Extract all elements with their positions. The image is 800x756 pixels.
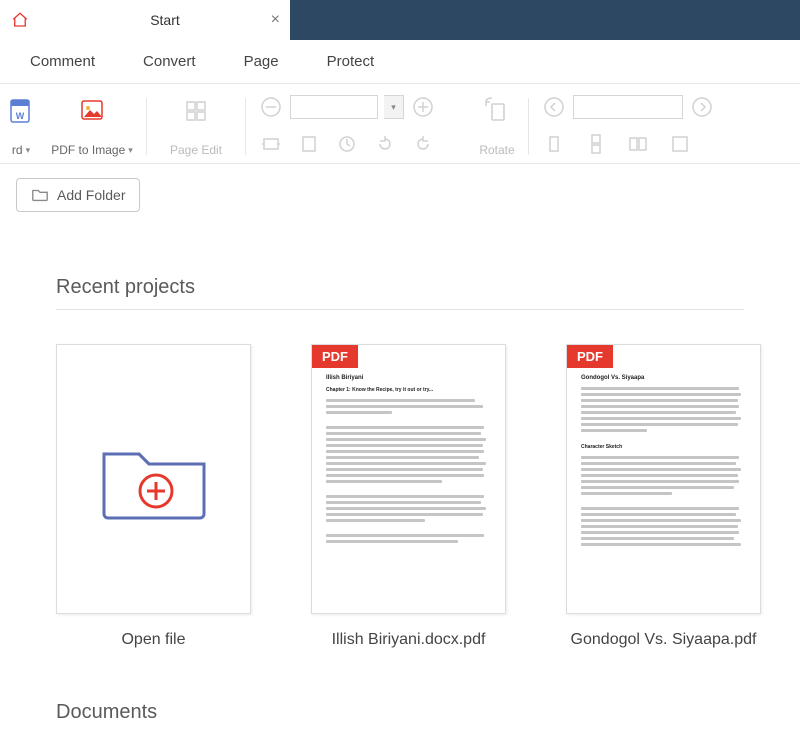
open-file-thumb bbox=[56, 344, 251, 614]
rotate-left-button[interactable] bbox=[372, 131, 398, 157]
rotate-right-button[interactable] bbox=[410, 131, 436, 157]
toolbar-pdf-word[interactable]: W rd▾ bbox=[0, 90, 42, 163]
toolbar-rotate-label: Rotate bbox=[479, 143, 514, 157]
chevron-down-icon: ▾ bbox=[26, 145, 31, 156]
recent-projects-heading: Recent projects bbox=[56, 276, 790, 299]
add-folder-label: Add Folder bbox=[57, 187, 125, 203]
open-file-card[interactable]: Open file bbox=[56, 344, 251, 651]
file-label: Illish Biriyani.docx.pdf bbox=[332, 630, 486, 651]
fit-page-button[interactable] bbox=[296, 131, 322, 157]
file-thumb: PDF Illish Biriyani Chapter 1: Know the … bbox=[311, 344, 506, 614]
toolbar-pdf-to-image[interactable]: PDF to Image▾ bbox=[42, 90, 142, 163]
view-fullscreen-button[interactable] bbox=[667, 131, 693, 157]
view-facing-button[interactable] bbox=[625, 131, 651, 157]
zoom-in-button[interactable] bbox=[410, 94, 436, 120]
svg-text:W: W bbox=[16, 111, 25, 121]
continuous-page-icon bbox=[585, 133, 607, 155]
chevron-down-icon: ▾ bbox=[391, 102, 396, 113]
toolbar: W rd▾ PDF to Image▾ Page Edit ▾ bbox=[0, 84, 800, 164]
zoom-dropdown[interactable]: ▾ bbox=[384, 95, 404, 119]
home-icon bbox=[11, 11, 29, 29]
toolbar-page-edit-label: Page Edit bbox=[170, 143, 222, 157]
open-file-label: Open file bbox=[121, 630, 185, 651]
zoom-input[interactable] bbox=[290, 95, 378, 119]
menu-convert[interactable]: Convert bbox=[143, 53, 196, 70]
actual-size-button[interactable] bbox=[334, 131, 360, 157]
rotate-left-icon bbox=[374, 133, 396, 155]
view-continuous-button[interactable] bbox=[583, 131, 609, 157]
pdf-to-image-icon bbox=[77, 96, 107, 126]
title-bar: Start × bbox=[0, 0, 800, 40]
title-bar-space bbox=[290, 0, 800, 40]
toolbar-word-label: rd bbox=[12, 143, 23, 157]
documents-heading: Documents bbox=[56, 701, 790, 724]
tab-close-button[interactable]: × bbox=[271, 11, 280, 29]
view-single-button[interactable] bbox=[541, 131, 567, 157]
menu-comment[interactable]: Comment bbox=[30, 53, 95, 70]
doc-preview: Gondogol Vs. Siyaapa Character Sketch bbox=[581, 375, 746, 599]
toolbar-pdf-to-image-label: PDF to Image bbox=[51, 143, 125, 157]
menu-page[interactable]: Page bbox=[244, 53, 279, 70]
chevron-right-icon bbox=[691, 96, 713, 118]
actual-size-icon bbox=[336, 133, 358, 155]
file-label: Gondogol Vs. Siyaapa.pdf bbox=[571, 630, 757, 651]
fit-page-icon bbox=[298, 133, 320, 155]
file-thumb: PDF Gondogol Vs. Siyaapa Character Sketc… bbox=[566, 344, 761, 614]
recent-projects-grid: Open file PDF Illish Biriyani Chapter 1:… bbox=[56, 344, 790, 651]
pdf-to-word-icon: W bbox=[6, 96, 36, 126]
folder-icon bbox=[31, 187, 49, 203]
menu-bar: Comment Convert Page Protect bbox=[0, 40, 800, 84]
pdf-badge: PDF bbox=[312, 345, 358, 368]
fit-width-icon bbox=[260, 133, 282, 155]
zoom-in-icon bbox=[412, 96, 434, 118]
fit-width-button[interactable] bbox=[258, 131, 284, 157]
toolbar-zoom-group: ▾ bbox=[250, 90, 470, 163]
page-prev-button[interactable] bbox=[541, 94, 567, 120]
rotate-icon bbox=[482, 96, 512, 126]
facing-page-icon bbox=[627, 133, 649, 155]
doc-preview: Illish Biriyani Chapter 1: Know the Reci… bbox=[326, 375, 491, 599]
rotate-right-icon bbox=[412, 133, 434, 155]
toolbar-page-nav bbox=[533, 90, 800, 163]
pdf-badge: PDF bbox=[567, 345, 613, 368]
home-button[interactable] bbox=[0, 0, 40, 40]
chevron-left-icon bbox=[543, 96, 565, 118]
toolbar-page-edit: Page Edit bbox=[151, 90, 241, 163]
page-next-button[interactable] bbox=[689, 94, 715, 120]
page-number-input[interactable] bbox=[573, 95, 683, 119]
zoom-out-icon bbox=[260, 96, 282, 118]
add-folder-button[interactable]: Add Folder bbox=[16, 178, 140, 212]
toolbar-rotate[interactable]: Rotate bbox=[470, 90, 524, 163]
tab-start[interactable]: Start × bbox=[40, 0, 290, 40]
zoom-out-button[interactable] bbox=[258, 94, 284, 120]
single-page-icon bbox=[543, 133, 565, 155]
content-area: Add Folder Recent projects Open file PDF bbox=[0, 164, 800, 756]
menu-protect[interactable]: Protect bbox=[327, 53, 375, 70]
page-edit-icon bbox=[181, 96, 211, 126]
fullscreen-icon bbox=[669, 133, 691, 155]
open-file-icon bbox=[94, 429, 214, 529]
recent-file-card[interactable]: PDF Gondogol Vs. Siyaapa Character Sketc… bbox=[566, 344, 761, 651]
tab-label: Start bbox=[150, 12, 180, 28]
divider bbox=[56, 309, 744, 310]
chevron-down-icon: ▾ bbox=[128, 145, 133, 156]
recent-file-card[interactable]: PDF Illish Biriyani Chapter 1: Know the … bbox=[311, 344, 506, 651]
